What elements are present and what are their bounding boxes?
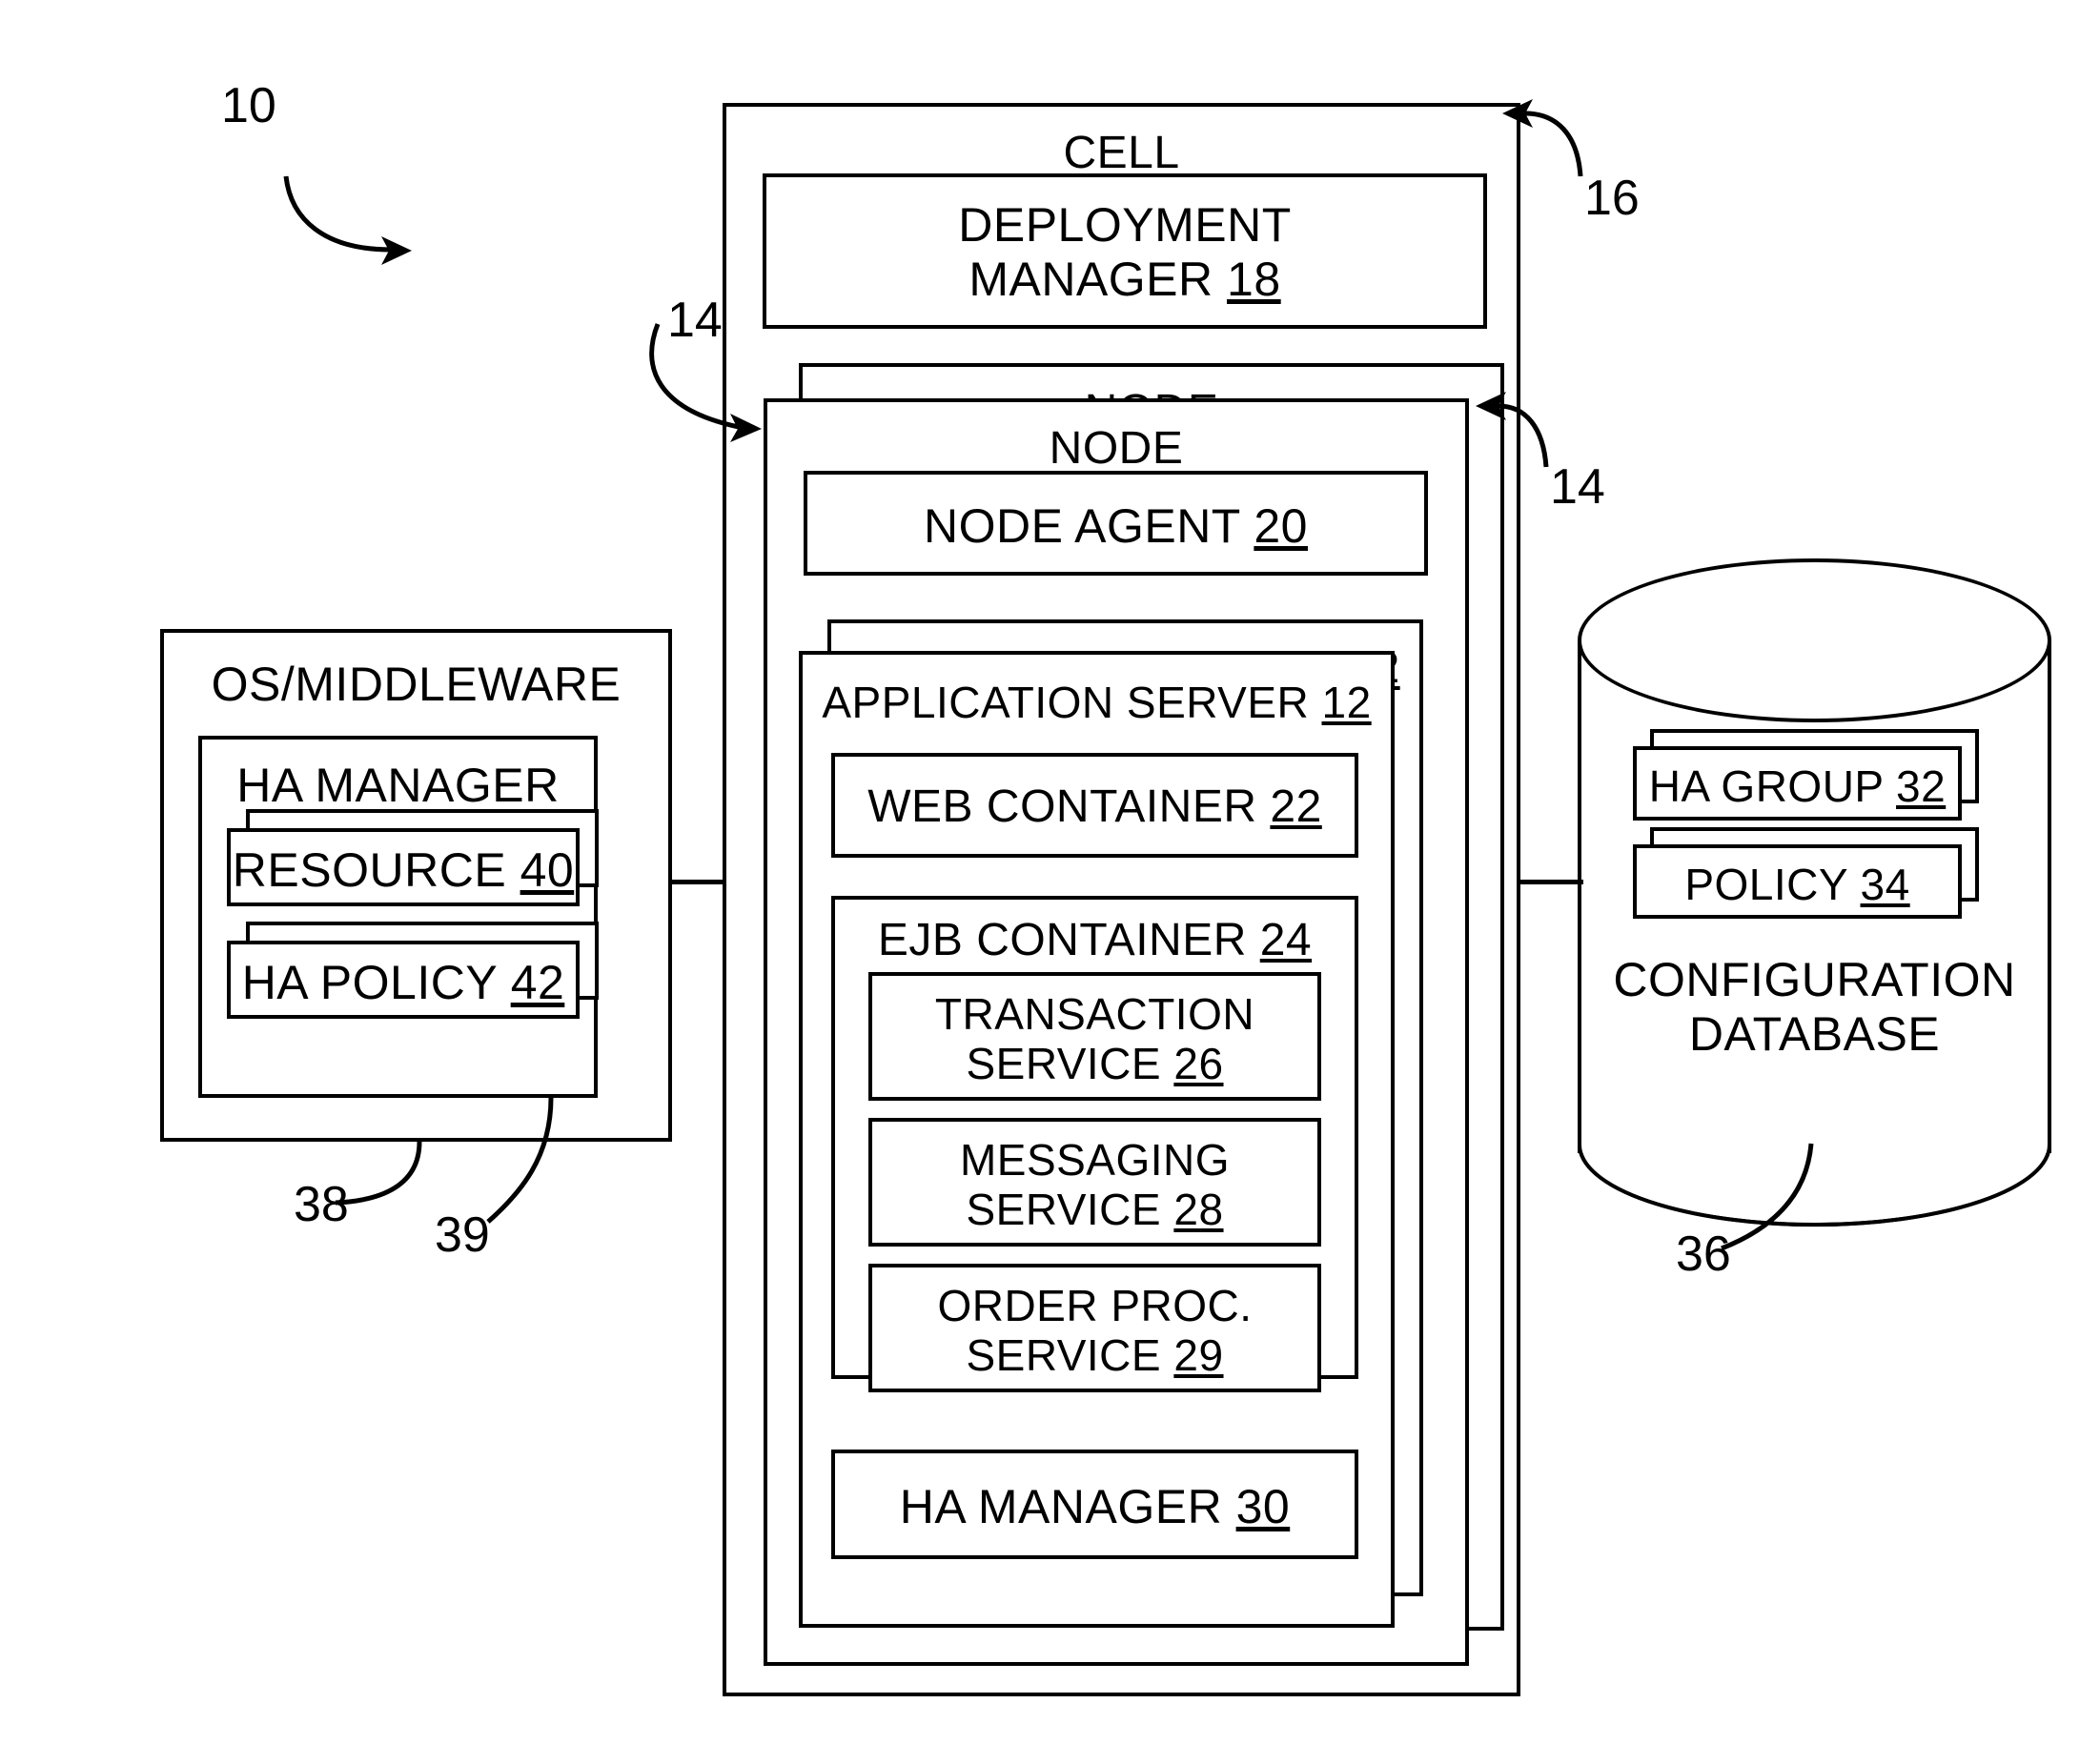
ha-manager-title: HA MANAGER [236, 759, 560, 812]
deployment-manager-label: DEPLOYMENT MANAGER 18 [958, 198, 1292, 306]
policy-box: POLICY 34 [1633, 844, 1962, 919]
application-server-label: APPLICATION SERVER 12 [822, 678, 1372, 727]
configuration-database-title: CONFIGURATION DATABASE [1613, 953, 2016, 1061]
messaging-service-label: MESSAGING SERVICE 28 [959, 1135, 1231, 1235]
web-container-box: WEB CONTAINER 22 [831, 753, 1358, 858]
application-server-number: 12 [1321, 678, 1372, 727]
ejb-container-number: 24 [1259, 915, 1313, 965]
cell-title: CELL [1063, 128, 1180, 178]
messaging-service-box: MESSAGING SERVICE 28 [868, 1118, 1321, 1247]
transaction-service-box: TRANSACTION SERVICE 26 [868, 972, 1321, 1101]
connector-cell-to-database [1517, 880, 1583, 884]
node-agent-number: 20 [1254, 499, 1308, 553]
configuration-database-top-ellipse [1578, 558, 2051, 722]
ha-group-label: HA GROUP 32 [1648, 761, 1947, 811]
ha-manager-30-number: 30 [1235, 1480, 1291, 1533]
order-proc-service-label: ORDER PROC. SERVICE 29 [937, 1281, 1253, 1381]
arrowhead-10 [381, 236, 412, 265]
web-container-label: WEB CONTAINER 22 [867, 781, 1322, 832]
order-proc-service-box: ORDER PROC. SERVICE 29 [868, 1264, 1321, 1392]
ha-policy-number: 42 [510, 956, 565, 1009]
deployment-manager-box: DEPLOYMENT MANAGER 18 [763, 173, 1487, 329]
policy-number: 34 [1860, 860, 1910, 909]
ha-group-number: 32 [1896, 761, 1947, 811]
leader-10 [283, 175, 392, 253]
transaction-service-label: TRANSACTION SERVICE 26 [934, 989, 1255, 1089]
patent-figure-canvas: 10 CELL DEPLOYMENTMANAGER 18 NODE NODE N… [0, 0, 2100, 1744]
resource-box: RESOURCE 40 [227, 828, 580, 906]
transaction-service-number: 26 [1173, 1039, 1224, 1089]
ha-policy-label: HA POLICY 42 [241, 956, 565, 1009]
policy-label: POLICY 34 [1684, 860, 1910, 909]
web-container-number: 22 [1270, 781, 1322, 832]
node-agent-box: NODE AGENT 20 [804, 471, 1428, 576]
node-agent-label: NODE AGENT 20 [924, 499, 1308, 553]
reference-numeral-14-right: 14 [1550, 459, 1605, 515]
reference-numeral-38: 38 [294, 1177, 349, 1232]
deployment-manager-number: 18 [1227, 253, 1281, 306]
reference-numeral-14-left: 14 [667, 293, 723, 348]
resource-label: RESOURCE 40 [232, 843, 575, 897]
messaging-service-number: 28 [1173, 1185, 1224, 1235]
ejb-container-label: EJB CONTAINER 24 [877, 915, 1313, 965]
ha-manager-30-label: HA MANAGER 30 [899, 1480, 1291, 1533]
ha-manager-30-box: HA MANAGER 30 [831, 1450, 1358, 1559]
node-front-title: NODE [1049, 423, 1184, 474]
ha-group-box: HA GROUP 32 [1633, 746, 1962, 821]
reference-numeral-16: 16 [1584, 171, 1640, 226]
ha-policy-box: HA POLICY 42 [227, 941, 580, 1019]
reference-numeral-36: 36 [1676, 1227, 1731, 1282]
connector-left-to-cell [669, 880, 726, 884]
ha-manager-panel: HA MANAGER [198, 736, 598, 1098]
leader-16 [1524, 111, 1583, 177]
reference-numeral-10: 10 [221, 78, 276, 133]
os-middleware-title: OS/MIDDLEWARE [211, 658, 622, 711]
resource-number: 40 [520, 843, 575, 897]
reference-numeral-39: 39 [435, 1207, 490, 1263]
order-proc-service-number: 29 [1173, 1330, 1224, 1381]
